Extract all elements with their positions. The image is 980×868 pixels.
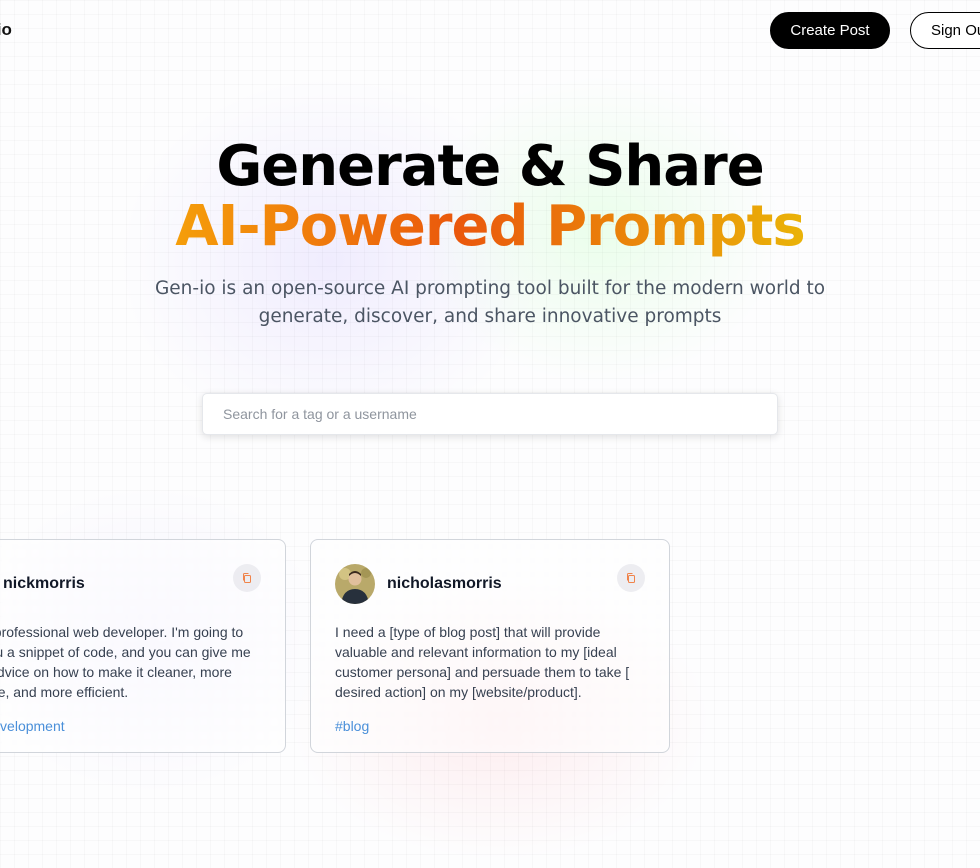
copy-icon: [627, 573, 635, 583]
copy-button[interactable]: [233, 564, 261, 592]
hero-title-accent-text: AI-Powered Prompts: [175, 194, 805, 259]
prompt-tag[interactable]: #blog: [335, 718, 369, 734]
sign-out-button[interactable]: Sign Out: [910, 12, 980, 49]
prompt-card[interactable]: nicholasmorris I need a [type of blog po…: [310, 539, 670, 753]
username[interactable]: nickmorris: [3, 575, 85, 593]
username[interactable]: nicholasmorris: [387, 575, 502, 593]
search-input[interactable]: [202, 393, 778, 435]
copy-button[interactable]: [617, 564, 645, 592]
hero-title-accent: AI-Powered Prompts: [0, 196, 980, 258]
prompt-text: I am a professional web developer. I'm g…: [0, 624, 251, 700]
prompt-text: I need a [type of blog post] that will p…: [335, 624, 630, 700]
copy-icon: [243, 573, 251, 583]
hero-description: Gen-io is an open-source AI prompting to…: [154, 278, 826, 327]
create-post-button[interactable]: Create Post: [770, 12, 890, 49]
prompt-tag[interactable]: #webdevelopment: [0, 718, 65, 734]
prompt-card[interactable]: nickmorris I am a professional web devel…: [0, 539, 286, 753]
page: Gen-io Create Post Sign Out Generate & S…: [0, 0, 980, 868]
logo[interactable]: Gen-io: [0, 20, 12, 40]
hero-title: Generate & Share: [216, 134, 764, 199]
user-avatar[interactable]: [335, 564, 375, 604]
